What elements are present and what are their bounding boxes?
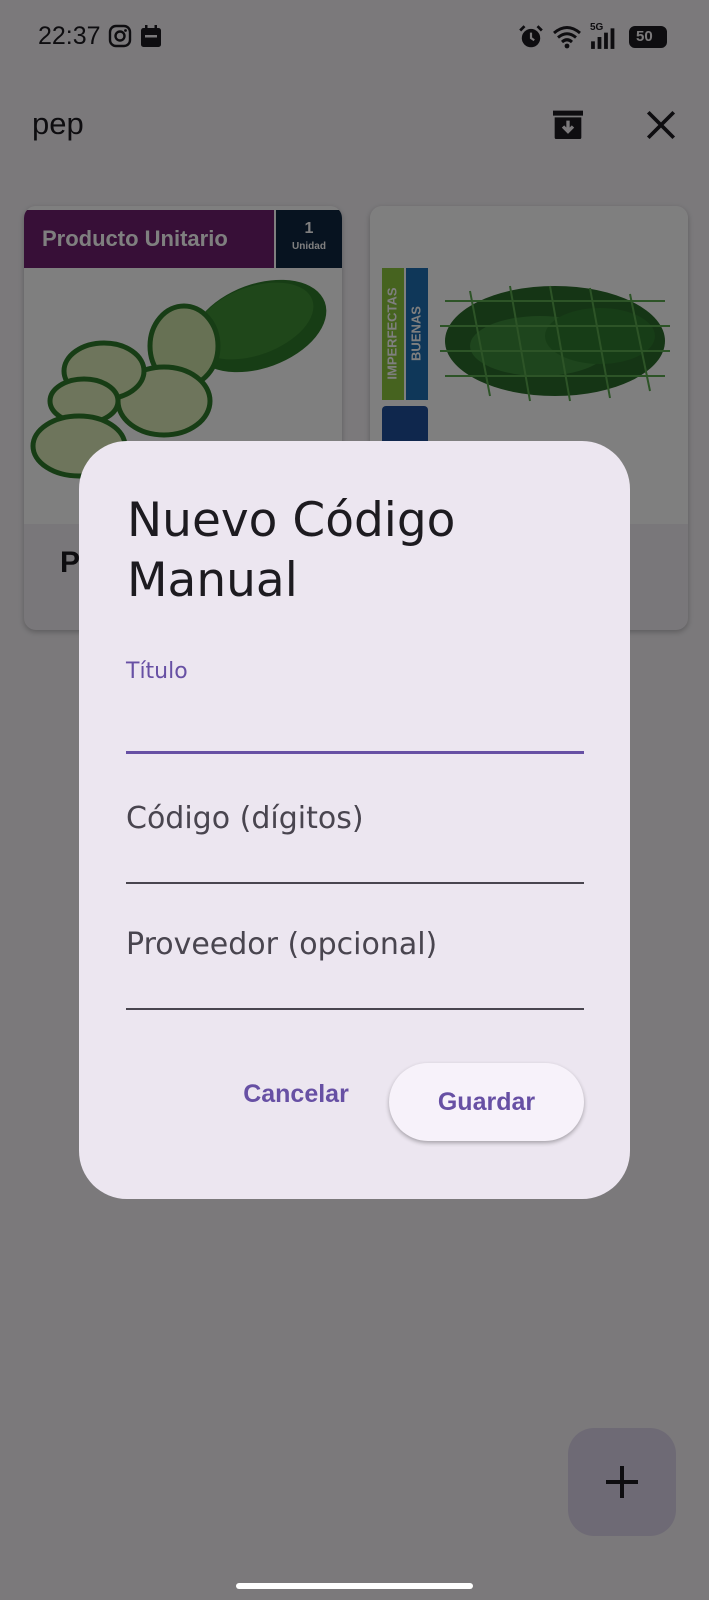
title-field-underline (126, 751, 584, 754)
save-button[interactable]: Guardar (389, 1063, 584, 1141)
supplier-field[interactable]: Proveedor (opcional) (126, 927, 584, 1010)
cancel-button[interactable]: Cancelar (221, 1066, 371, 1122)
new-manual-code-dialog: Nuevo Código Manual Título Código (dígit… (79, 441, 630, 1199)
gesture-handle (236, 1583, 473, 1589)
supplier-field-underline (126, 1008, 584, 1010)
title-field[interactable]: Título (126, 659, 584, 759)
title-field-label: Título (126, 659, 188, 684)
code-field-label: Código (dígitos) (126, 801, 364, 836)
code-field[interactable]: Código (dígitos) (126, 801, 584, 884)
code-field-underline (126, 882, 584, 884)
dialog-title: Nuevo Código Manual (127, 493, 456, 608)
supplier-field-label: Proveedor (opcional) (126, 927, 438, 962)
